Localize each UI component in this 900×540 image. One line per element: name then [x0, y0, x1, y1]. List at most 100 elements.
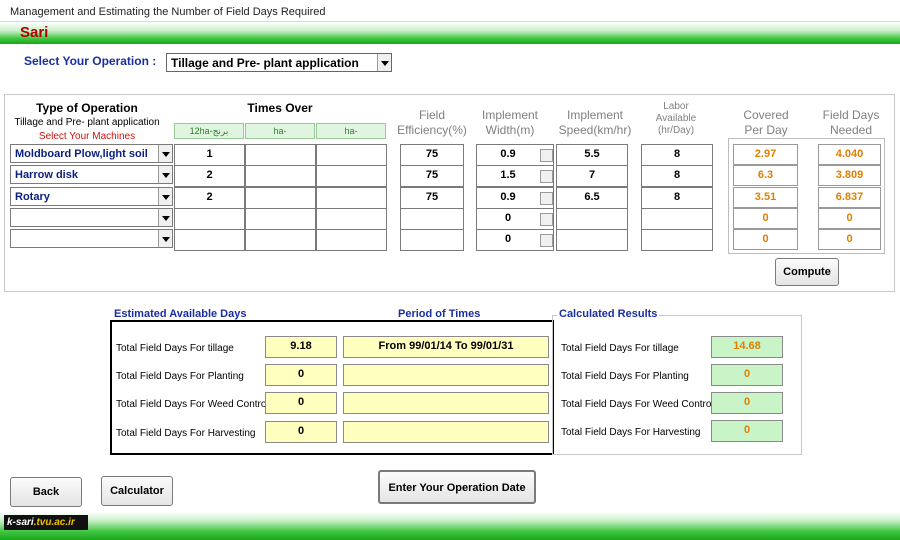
labor-available-cell[interactable]: 8 [641, 165, 713, 187]
estimated-days-field[interactable]: 9.18 [265, 336, 337, 358]
machine-dropdown[interactable]: Rotary [10, 187, 173, 206]
times-over-cell[interactable] [316, 165, 387, 187]
covered-per-day-cell: 0 [733, 208, 798, 229]
chevron-down-icon[interactable] [540, 213, 553, 226]
field-days-cell: 0 [818, 229, 881, 250]
operation-dropdown[interactable]: Tillage and Pre- plant application [166, 53, 392, 72]
implement-speed-value: 6.5 [584, 191, 600, 203]
times-over-cell[interactable] [245, 144, 316, 166]
chevron-down-icon[interactable] [540, 192, 553, 205]
calculated-row-label: Total Field Days For Harvesting [561, 427, 701, 438]
machine-dropdown[interactable] [10, 229, 173, 248]
estimated-days-value: 9.18 [290, 340, 312, 352]
covered-per-day-cell: 0 [733, 229, 798, 250]
chevron-down-icon[interactable] [158, 188, 172, 205]
period-of-times-field[interactable]: From 99/01/14 To 99/01/31 [343, 336, 549, 358]
window-title: Management and Estimating the Number of … [10, 6, 326, 18]
implement-width-dropdown[interactable]: 0.9 [476, 144, 554, 166]
chevron-down-icon[interactable] [158, 230, 172, 247]
implement-speed-cell[interactable]: 7 [556, 165, 628, 187]
machine-dropdown[interactable]: Moldboard Plow,light soil [10, 144, 173, 163]
implement-width-dropdown[interactable]: 1.5 [476, 165, 554, 187]
machine-dropdown[interactable] [10, 208, 173, 227]
enter-operation-date-label: Enter Your Operation Date [388, 482, 526, 494]
times-over-cell[interactable]: 1 [174, 144, 245, 166]
operation-dropdown-value: Tillage and Pre- plant application [171, 56, 359, 70]
estimated-days-field[interactable]: 0 [265, 364, 337, 386]
compute-button[interactable]: Compute [775, 258, 839, 286]
times-over-cell[interactable] [245, 165, 316, 187]
labor-available-cell[interactable] [641, 208, 713, 230]
chevron-down-icon[interactable] [540, 234, 553, 247]
estimated-row-label: Total Field Days For Planting [116, 371, 244, 382]
estimated-days-value: 0 [297, 396, 305, 408]
location-title: Sari [20, 24, 49, 41]
machine-dropdown-value: Harrow disk [15, 169, 78, 181]
enter-operation-date-button[interactable]: Enter Your Operation Date [378, 470, 536, 504]
times-over-cell[interactable] [174, 208, 245, 230]
covered-per-day-value: 0 [762, 233, 769, 245]
times-over-cell[interactable] [316, 208, 387, 230]
chevron-down-icon[interactable] [377, 54, 391, 71]
estimated-days-field[interactable]: 0 [265, 421, 337, 443]
field-efficiency-cell[interactable]: 75 [400, 165, 464, 187]
back-button[interactable]: Back [10, 477, 82, 507]
implement-width-dropdown[interactable]: 0.9 [476, 187, 554, 209]
implement-speed-cell[interactable]: 6.5 [556, 187, 628, 209]
times-over-cell[interactable] [316, 187, 387, 209]
field-days-cell: 6.837 [818, 187, 881, 208]
field-efficiency-header-2: Efficiency(%) [397, 123, 467, 137]
back-button-label: Back [32, 486, 60, 498]
times-over-cell[interactable] [174, 229, 245, 251]
field-efficiency-cell[interactable] [400, 229, 464, 251]
times-over-cell[interactable]: 2 [174, 165, 245, 187]
covered-per-day-header-2: Per Day [744, 123, 788, 137]
times-over-cell[interactable] [316, 144, 387, 166]
field-efficiency-value: 75 [425, 169, 439, 181]
times-over-cell[interactable]: 2 [174, 187, 245, 209]
footer-logo-right: .tvu.ac.ir [33, 517, 75, 528]
chevron-down-icon[interactable] [158, 209, 172, 226]
field-efficiency-cell[interactable] [400, 208, 464, 230]
calculator-button[interactable]: Calculator [101, 476, 173, 506]
implement-speed-cell[interactable] [556, 208, 628, 230]
labor-header-3: (hr/Day) [657, 125, 695, 136]
covered-per-day-value: 2.97 [754, 148, 777, 160]
footer-bar [0, 512, 900, 540]
labor-available-cell[interactable]: 8 [641, 144, 713, 166]
estimated-row-label: Total Field Days For tillage [116, 343, 234, 354]
period-of-times-field[interactable] [343, 364, 549, 386]
times-over-cell[interactable] [245, 208, 316, 230]
implement-speed-cell[interactable] [556, 229, 628, 251]
field-days-value: 0 [846, 212, 853, 224]
type-of-operation-header: Type of Operation [36, 101, 138, 115]
chevron-down-icon[interactable] [540, 170, 553, 183]
field-efficiency-cell[interactable]: 75 [400, 144, 464, 166]
implement-width-dropdown[interactable]: 0 [476, 208, 554, 230]
implement-speed-cell[interactable]: 5.5 [556, 144, 628, 166]
field-efficiency-value: 75 [425, 148, 439, 160]
estimated-days-field[interactable]: 0 [265, 392, 337, 414]
period-of-times-field[interactable] [343, 421, 549, 443]
times-over-cell[interactable] [316, 229, 387, 251]
chevron-down-icon[interactable] [158, 145, 172, 162]
chevron-down-icon[interactable] [540, 149, 553, 162]
labor-available-value: 8 [673, 169, 681, 181]
field-efficiency-cell[interactable]: 75 [400, 187, 464, 209]
times-over-cell[interactable] [245, 187, 316, 209]
machine-dropdown-value: Rotary [15, 191, 50, 203]
implement-speed-value: 7 [588, 169, 596, 181]
implement-width-dropdown[interactable]: 0 [476, 229, 554, 251]
period-of-times-title: Period of Times [396, 308, 483, 320]
period-of-times-field[interactable] [343, 392, 549, 414]
footer-logo-left: k-sari [7, 517, 34, 528]
machine-dropdown[interactable]: Harrow disk [10, 165, 173, 184]
calculated-result-value: 14.68 [733, 340, 761, 352]
times-over-cell[interactable] [245, 229, 316, 251]
labor-available-cell[interactable] [641, 229, 713, 251]
estimated-days-title: Estimated Available Days [112, 308, 249, 320]
chevron-down-icon[interactable] [158, 166, 172, 183]
labor-available-cell[interactable]: 8 [641, 187, 713, 209]
calculator-button-label: Calculator [110, 485, 164, 497]
estimated-days-value: 0 [297, 368, 305, 380]
